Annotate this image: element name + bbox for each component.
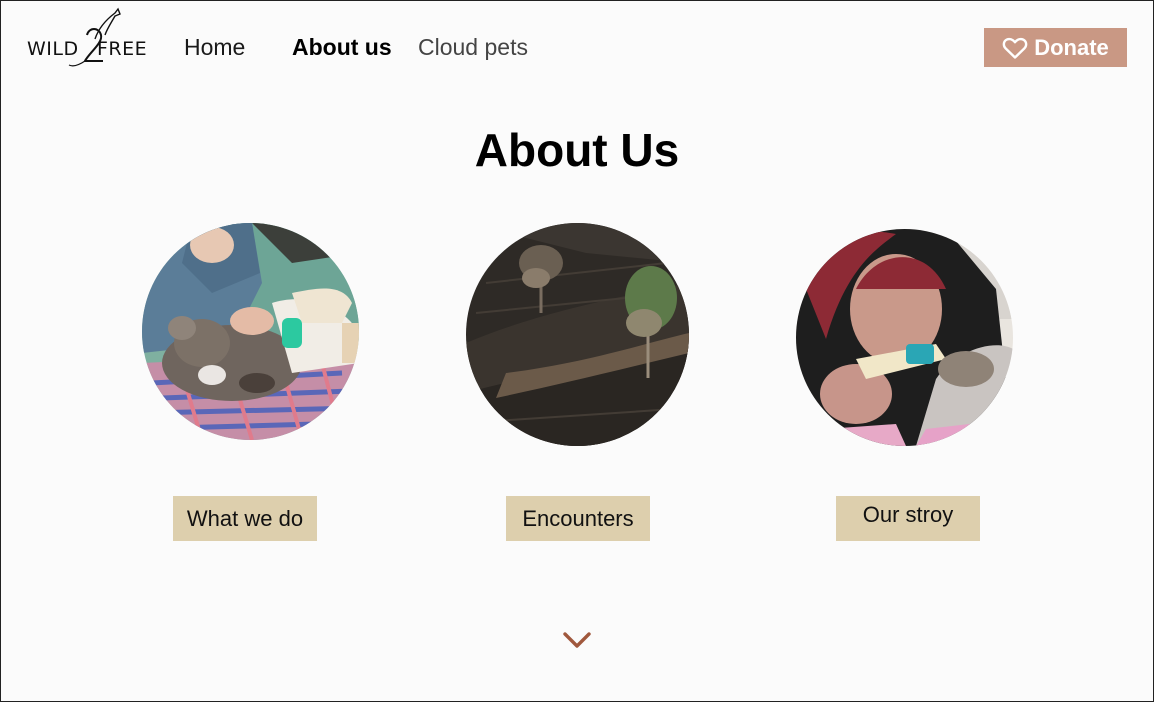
donate-label: Donate: [1034, 34, 1109, 60]
logo-text-wild: WILD: [27, 38, 79, 60]
chevron-down-icon[interactable]: [563, 631, 591, 654]
encounters-button[interactable]: Encounters: [506, 496, 650, 541]
donate-button[interactable]: Donate: [984, 28, 1127, 67]
joey-feeding-photo[interactable]: [796, 229, 1013, 446]
burnt-hillside-photo[interactable]: [466, 223, 689, 446]
what-we-do-button[interactable]: What we do: [173, 496, 317, 541]
wild2free-logo[interactable]: WILD FREE: [25, 5, 147, 69]
page: WILD FREE Home About us Cloud pets Donat…: [0, 0, 1154, 702]
nav-home-link[interactable]: Home: [184, 34, 245, 61]
logo-text-free: FREE: [97, 38, 148, 60]
nav-cloud-pets-link[interactable]: Cloud pets: [418, 34, 528, 61]
our-story-button[interactable]: Our stroy: [836, 496, 980, 541]
page-title: About Us: [474, 124, 680, 176]
nav-about-link[interactable]: About us: [292, 34, 392, 61]
koala-care-photo[interactable]: [142, 223, 359, 440]
heart-icon: [1002, 36, 1028, 60]
